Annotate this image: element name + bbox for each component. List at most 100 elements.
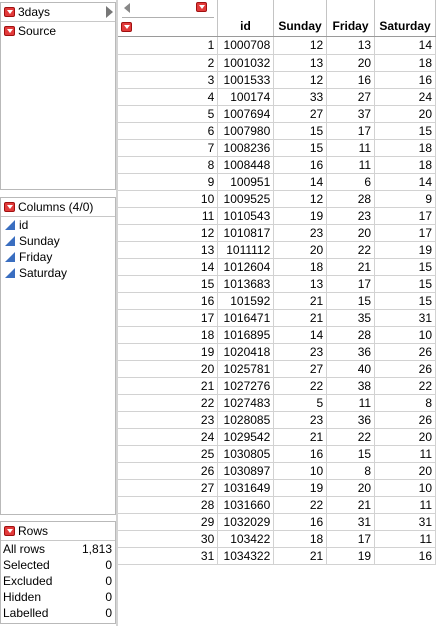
sunday-cell[interactable]: 16 xyxy=(273,513,328,531)
table-row[interactable]: 10 1009525 12 28 9 xyxy=(118,190,436,208)
row-number-cell[interactable]: 19 xyxy=(118,343,219,361)
row-number-cell[interactable]: 20 xyxy=(118,360,219,378)
table-row[interactable]: 4 100174 33 27 24 xyxy=(118,88,436,106)
id-cell[interactable]: 1007694 xyxy=(217,105,275,123)
table-row[interactable]: 5 1007694 27 37 20 xyxy=(118,105,436,123)
saturday-cell[interactable]: 19 xyxy=(374,241,436,259)
table-row[interactable]: 6 1007980 15 17 15 xyxy=(118,122,436,140)
table-row[interactable]: 26 1030897 10 8 20 xyxy=(118,462,436,480)
table-row[interactable]: 11 1010543 19 23 17 xyxy=(118,207,436,225)
id-cell[interactable]: 1001533 xyxy=(217,71,275,89)
id-cell[interactable]: 1007980 xyxy=(217,122,275,140)
id-cell[interactable]: 1011112 xyxy=(217,241,275,259)
sunday-cell[interactable]: 21 xyxy=(273,309,328,327)
friday-cell[interactable]: 28 xyxy=(326,326,376,344)
saturday-cell[interactable]: 26 xyxy=(374,411,436,429)
column-item-id[interactable]: id xyxy=(1,217,115,233)
sunday-cell[interactable]: 15 xyxy=(273,122,328,140)
row-number-cell[interactable]: 22 xyxy=(118,394,219,412)
saturday-cell[interactable]: 17 xyxy=(374,207,436,225)
sunday-cell[interactable]: 18 xyxy=(273,258,328,276)
sunday-cell[interactable]: 13 xyxy=(273,54,328,72)
friday-cell[interactable]: 15 xyxy=(326,445,376,463)
id-cell[interactable]: 103422 xyxy=(217,530,275,548)
column-item-saturday[interactable]: Saturday xyxy=(1,265,115,281)
saturday-cell[interactable]: 18 xyxy=(374,139,436,157)
row-number-cell[interactable]: 21 xyxy=(118,377,219,395)
saturday-cell[interactable]: 8 xyxy=(374,394,436,412)
header-friday[interactable]: Friday xyxy=(327,0,375,36)
sunday-cell[interactable]: 16 xyxy=(273,156,328,174)
sunday-cell[interactable]: 10 xyxy=(273,462,328,480)
table-row[interactable]: 19 1020418 23 36 26 xyxy=(118,343,436,361)
id-cell[interactable]: 1025781 xyxy=(217,360,275,378)
saturday-cell[interactable]: 15 xyxy=(374,292,436,310)
row-number-cell[interactable]: 24 xyxy=(118,428,219,446)
id-cell[interactable]: 1012604 xyxy=(217,258,275,276)
saturday-cell[interactable]: 11 xyxy=(374,445,436,463)
friday-cell[interactable]: 31 xyxy=(326,513,376,531)
corner-cell[interactable] xyxy=(118,0,218,36)
saturday-cell[interactable]: 20 xyxy=(374,462,436,480)
saturday-cell[interactable]: 11 xyxy=(374,496,436,514)
header-id[interactable]: id xyxy=(218,0,274,36)
row-menu-icon[interactable] xyxy=(121,22,132,32)
friday-cell[interactable]: 40 xyxy=(326,360,376,378)
header-sunday[interactable]: Sunday xyxy=(274,0,327,36)
sunday-cell[interactable]: 12 xyxy=(273,190,328,208)
table-row[interactable]: 3 1001533 12 16 16 xyxy=(118,71,436,89)
sunday-cell[interactable]: 23 xyxy=(273,343,328,361)
table-row[interactable]: 29 1032029 16 31 31 xyxy=(118,513,436,531)
row-number-cell[interactable]: 15 xyxy=(118,275,219,293)
friday-cell[interactable]: 11 xyxy=(326,139,376,157)
saturday-cell[interactable]: 16 xyxy=(374,71,436,89)
row-number-cell[interactable]: 23 xyxy=(118,411,219,429)
id-cell[interactable]: 1016471 xyxy=(217,309,275,327)
column-item-sunday[interactable]: Sunday xyxy=(1,233,115,249)
saturday-cell[interactable]: 20 xyxy=(374,428,436,446)
saturday-cell[interactable]: 31 xyxy=(374,513,436,531)
id-cell[interactable]: 1020418 xyxy=(217,343,275,361)
row-number-cell[interactable]: 25 xyxy=(118,445,219,463)
friday-cell[interactable]: 23 xyxy=(326,207,376,225)
friday-cell[interactable]: 28 xyxy=(326,190,376,208)
id-cell[interactable]: 1001032 xyxy=(217,54,275,72)
saturday-cell[interactable]: 17 xyxy=(374,224,436,242)
friday-cell[interactable]: 20 xyxy=(326,224,376,242)
table-row[interactable]: 18 1016895 14 28 10 xyxy=(118,326,436,344)
table-menu-icon[interactable] xyxy=(4,7,15,17)
friday-cell[interactable]: 38 xyxy=(326,377,376,395)
saturday-cell[interactable]: 16 xyxy=(374,547,436,565)
sunday-cell[interactable]: 13 xyxy=(273,275,328,293)
saturday-cell[interactable]: 22 xyxy=(374,377,436,395)
sunday-cell[interactable]: 12 xyxy=(273,37,328,55)
row-number-cell[interactable]: 29 xyxy=(118,513,219,531)
header-saturday[interactable]: Saturday xyxy=(375,0,436,36)
table-row[interactable]: 23 1028085 23 36 26 xyxy=(118,411,436,429)
id-cell[interactable]: 100174 xyxy=(217,88,275,106)
friday-cell[interactable]: 19 xyxy=(326,547,376,565)
expand-arrow-icon[interactable] xyxy=(106,6,113,18)
table-row[interactable]: 8 1008448 16 11 18 xyxy=(118,156,436,174)
sunday-cell[interactable]: 19 xyxy=(273,479,328,497)
saturday-cell[interactable]: 9 xyxy=(374,190,436,208)
table-row[interactable]: 15 1013683 13 17 15 xyxy=(118,275,436,293)
row-number-cell[interactable]: 31 xyxy=(118,547,219,565)
saturday-cell[interactable]: 18 xyxy=(374,54,436,72)
id-cell[interactable]: 1029542 xyxy=(217,428,275,446)
saturday-cell[interactable]: 26 xyxy=(374,343,436,361)
id-cell[interactable]: 1031649 xyxy=(217,479,275,497)
sunday-cell[interactable]: 20 xyxy=(273,241,328,259)
sunday-cell[interactable]: 33 xyxy=(273,88,328,106)
id-cell[interactable]: 1030805 xyxy=(217,445,275,463)
row-number-cell[interactable]: 28 xyxy=(118,496,219,514)
saturday-cell[interactable]: 26 xyxy=(374,360,436,378)
friday-cell[interactable]: 36 xyxy=(326,343,376,361)
row-number-cell[interactable]: 3 xyxy=(118,71,219,89)
sunday-cell[interactable]: 23 xyxy=(273,224,328,242)
friday-cell[interactable]: 17 xyxy=(326,122,376,140)
row-number-cell[interactable]: 16 xyxy=(118,292,219,310)
friday-cell[interactable]: 20 xyxy=(326,479,376,497)
source-menu-icon[interactable] xyxy=(4,26,15,36)
saturday-cell[interactable]: 20 xyxy=(374,105,436,123)
